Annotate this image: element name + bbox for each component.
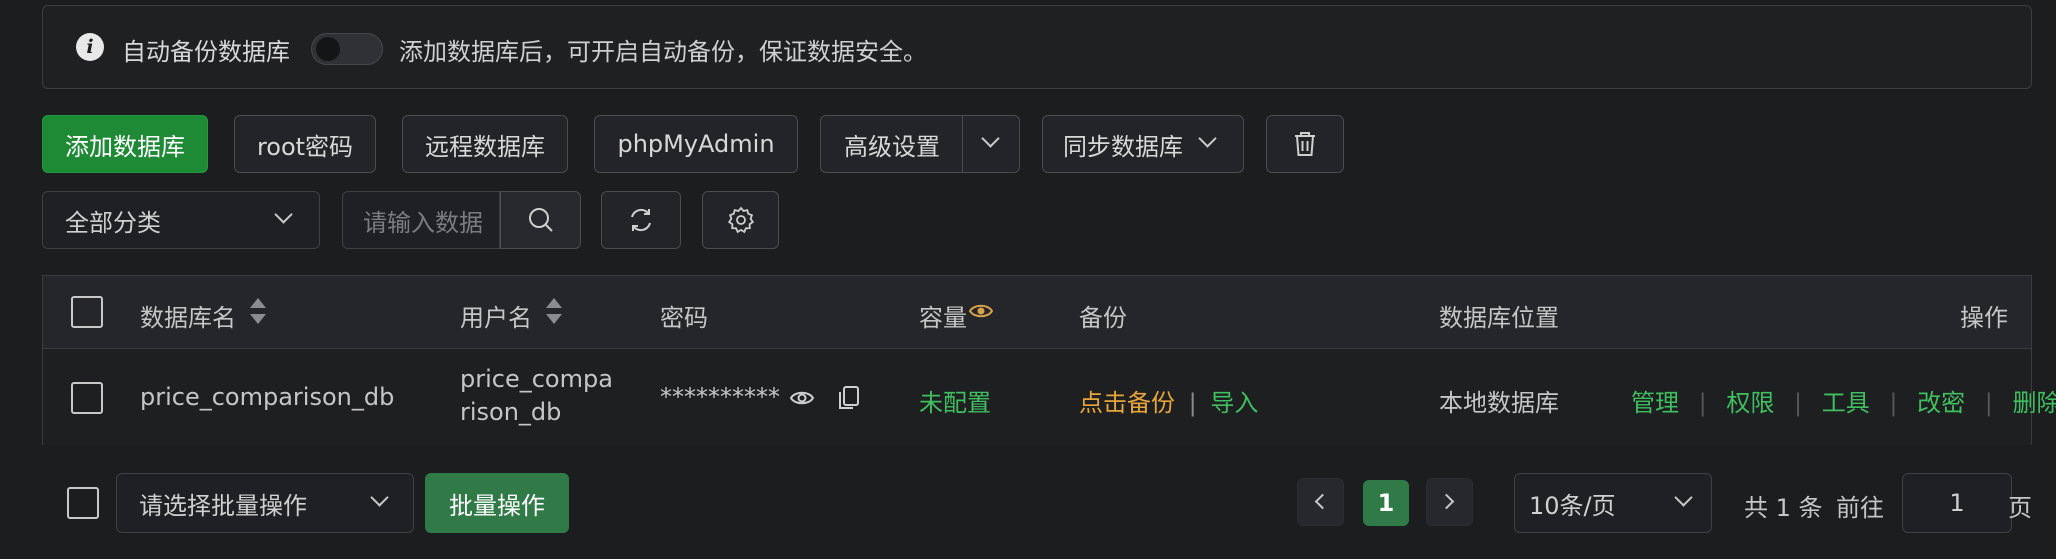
sort-icon[interactable] <box>544 297 562 325</box>
prev-page-button[interactable] <box>1297 478 1344 526</box>
delete-bin-button[interactable] <box>1266 115 1344 173</box>
page-unit-label: 页 <box>2008 494 2032 522</box>
header-location: 数据库位置 <box>1439 304 1559 332</box>
sync-database-label: 同步数据库 <box>1063 132 1183 161</box>
settings-button[interactable] <box>702 191 779 249</box>
root-password-button[interactable]: root密码 <box>234 115 376 173</box>
chevron-down-icon <box>1198 129 1217 148</box>
refresh-icon <box>631 208 651 232</box>
separator: | <box>1984 389 1993 417</box>
search-input-wrapper: 请输入数据 <box>342 191 500 249</box>
goto-label: 前往 <box>1836 494 1884 522</box>
row-username-line2: rison_db <box>460 398 562 426</box>
header-password: 密码 <box>660 304 708 332</box>
advanced-settings-button[interactable]: 高级设置 <box>820 115 964 173</box>
import-link[interactable]: 导入 <box>1210 389 1258 417</box>
total-count: 共 1 条 <box>1744 494 1823 522</box>
auto-backup-toggle[interactable] <box>311 33 383 65</box>
chevron-down-icon <box>1674 488 1693 507</box>
refresh-button[interactable] <box>601 191 681 249</box>
separator: | <box>1698 389 1707 417</box>
auto-backup-hint: 添加数据库后，可开启自动备份，保证数据安全。 <box>399 38 927 66</box>
change-password-link[interactable]: 改密 <box>1917 389 1965 417</box>
trash-icon <box>1295 132 1315 156</box>
batch-select-all-checkbox[interactable] <box>67 487 99 519</box>
copy-icon[interactable] <box>837 385 861 411</box>
row-password: ********** <box>660 383 780 411</box>
capacity-eye-icon[interactable] <box>968 301 994 321</box>
permission-link[interactable]: 权限 <box>1726 389 1774 417</box>
add-database-button[interactable]: 添加数据库 <box>42 115 208 173</box>
advanced-settings-dropdown[interactable] <box>962 115 1020 173</box>
chevron-down-icon <box>274 205 293 224</box>
row-actions: 管理 | 权限 | 工具 | 改密 | 删除 <box>1631 383 2056 418</box>
search-icon <box>528 208 553 232</box>
header-actions: 操作 <box>1960 304 2008 332</box>
gear-icon <box>727 206 754 234</box>
auto-backup-label: 自动备份数据库 <box>122 38 290 66</box>
remote-database-button[interactable]: 远程数据库 <box>402 115 568 173</box>
header-db-name: 数据库名 <box>140 304 236 332</box>
search-button[interactable] <box>500 191 581 249</box>
manage-link[interactable]: 管理 <box>1631 389 1679 417</box>
row-username-line1: price_compa <box>460 365 613 393</box>
chevron-right-icon <box>1438 493 1455 510</box>
next-page-button[interactable] <box>1426 478 1473 526</box>
sort-icon[interactable] <box>248 297 266 325</box>
toggle-knob <box>316 37 340 61</box>
header-username: 用户名 <box>460 304 532 332</box>
batch-operation-button[interactable]: 批量操作 <box>425 473 569 533</box>
select-all-checkbox[interactable] <box>71 296 103 328</box>
row-backup-cell: 点击备份 | 导入 <box>1079 383 1258 418</box>
search-input[interactable]: 请输入数据 <box>363 203 483 238</box>
header-capacity: 容量 <box>919 304 967 332</box>
database-table: 数据库名 用户名 密码 容量 备份 数据库位置 操作 price_compari… <box>42 275 2056 445</box>
row-location: 本地数据库 <box>1439 389 1559 417</box>
category-select-value: 全部分类 <box>65 208 161 237</box>
chevron-down-icon <box>981 129 1000 148</box>
tools-link[interactable]: 工具 <box>1822 389 1870 417</box>
phpmyadmin-button[interactable]: phpMyAdmin <box>594 115 798 173</box>
info-icon: i <box>76 33 104 61</box>
backup-link[interactable]: 点击备份 <box>1079 389 1175 417</box>
eye-icon[interactable] <box>789 388 815 408</box>
page-1-button[interactable]: 1 <box>1363 480 1409 526</box>
header-backup: 备份 <box>1079 304 1127 332</box>
separator: | <box>1889 389 1898 417</box>
sync-database-button[interactable]: 同步数据库 <box>1042 115 1244 173</box>
chevron-left-icon <box>1314 493 1331 510</box>
page-size-select[interactable]: 10条/页 <box>1514 473 1712 533</box>
batch-operation-select[interactable]: 请选择批量操作 <box>116 473 414 533</box>
separator: | <box>1188 389 1197 417</box>
goto-page-input[interactable]: 1 <box>1902 473 2012 533</box>
page-size-value: 10条/页 <box>1529 491 1616 520</box>
row-capacity-link[interactable]: 未配置 <box>919 383 991 418</box>
category-select[interactable]: 全部分类 <box>42 191 320 249</box>
row-db-name: price_comparison_db <box>140 383 395 411</box>
table-header: 数据库名 用户名 密码 容量 备份 数据库位置 操作 <box>43 276 2031 349</box>
chevron-down-icon <box>370 488 389 507</box>
delete-link[interactable]: 删除 <box>2013 389 2056 417</box>
row-checkbox[interactable] <box>71 382 103 414</box>
batch-operation-value: 请选择批量操作 <box>139 491 307 520</box>
separator: | <box>1794 389 1803 417</box>
